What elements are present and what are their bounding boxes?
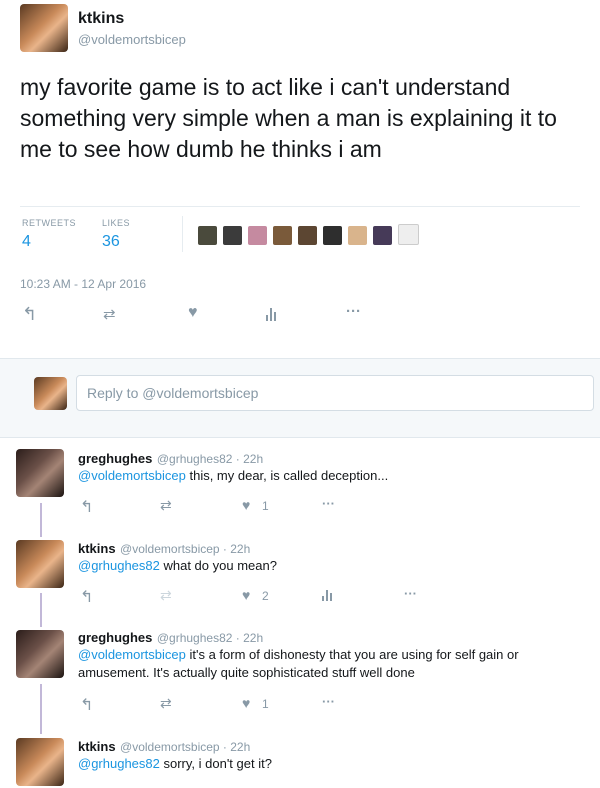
divider	[20, 206, 580, 207]
current-user-avatar	[34, 377, 67, 410]
reply-mention[interactable]: @voldemortsbicep	[78, 468, 186, 483]
reply-body: what do you mean?	[159, 558, 277, 573]
reply-mention[interactable]: @grhughes82	[78, 558, 160, 573]
reply-icon[interactable]: ↰	[80, 497, 93, 517]
retweets-count[interactable]: 4	[22, 233, 31, 251]
retweets-label: RETWEETS	[22, 218, 77, 228]
reply-author-name[interactable]: ktkins	[78, 739, 116, 754]
liker-avatar[interactable]	[273, 226, 292, 245]
liker-avatar[interactable]	[348, 226, 367, 245]
more-icon[interactable]: ···	[346, 303, 361, 320]
reply-text: @grhughes82 what do you mean?	[78, 557, 588, 575]
liker-avatar[interactable]	[248, 226, 267, 245]
thread-line	[40, 593, 42, 627]
reply-body: sorry, i don't get it?	[159, 756, 272, 771]
likes-label: LIKES	[102, 218, 131, 228]
more-icon[interactable]: ···	[404, 586, 417, 601]
retweet-icon[interactable]: ⇄	[160, 695, 172, 712]
reply-author-meta[interactable]: @voldemortsbicep · 22h	[120, 542, 250, 556]
reply-text: @voldemortsbicep it's a form of dishones…	[78, 646, 588, 682]
reply-text: @grhughes82 sorry, i don't get it?	[78, 755, 588, 773]
reply-icon[interactable]: ↰	[80, 587, 93, 607]
liker-avatar[interactable]	[373, 226, 392, 245]
author-name[interactable]: ktkins	[78, 10, 124, 28]
liker-avatar[interactable]	[198, 226, 217, 245]
thread-line	[40, 684, 42, 734]
like-count: 2	[262, 589, 269, 603]
liker-avatar[interactable]	[398, 224, 419, 245]
heart-icon[interactable]: ♥	[188, 304, 198, 322]
stats-separator	[182, 216, 183, 252]
reply-body: this, my dear, is called deception...	[185, 468, 389, 483]
heart-icon[interactable]: ♥	[242, 587, 250, 603]
more-icon[interactable]: ···	[322, 496, 335, 511]
like-count: 1	[262, 499, 269, 513]
reply-mention[interactable]: @grhughes82	[78, 756, 160, 771]
tweet-timestamp[interactable]: 10:23 AM - 12 Apr 2016	[20, 277, 146, 291]
reply-icon[interactable]: ↰	[80, 695, 93, 715]
retweet-icon[interactable]: ⇄	[103, 305, 116, 323]
reply-author-name[interactable]: ktkins	[78, 541, 116, 556]
reply-avatar[interactable]	[16, 630, 64, 678]
liker-facepile[interactable]	[198, 224, 425, 250]
reply-header: ktkins @voldemortsbicep · 22h	[78, 738, 250, 756]
reply-text: @voldemortsbicep this, my dear, is calle…	[78, 467, 588, 485]
author-handle[interactable]: @voldemortsbicep	[78, 32, 186, 47]
reply-avatar[interactable]	[16, 738, 64, 786]
retweet-icon[interactable]: ⇄	[160, 497, 172, 514]
liker-avatar[interactable]	[223, 226, 242, 245]
heart-icon[interactable]: ♥	[242, 497, 250, 513]
analytics-icon[interactable]	[322, 590, 334, 601]
thread-line	[40, 503, 42, 537]
tweet-text: my favorite game is to act like i can't …	[20, 74, 557, 162]
heart-icon[interactable]: ♥	[242, 695, 250, 711]
author-avatar[interactable]	[20, 4, 68, 52]
reply-avatar[interactable]	[16, 540, 64, 588]
reply-author-meta[interactable]: @grhughes82 · 22h	[157, 452, 263, 466]
like-count: 1	[262, 697, 269, 711]
liker-avatar[interactable]	[298, 226, 317, 245]
analytics-icon[interactable]	[266, 308, 280, 321]
reply-header: greghughes @grhughes82 · 22h	[78, 450, 263, 468]
reply-avatar[interactable]	[16, 449, 64, 497]
reply-header: greghughes @grhughes82 · 22h	[78, 629, 263, 647]
reply-icon[interactable]: ↰	[22, 304, 37, 325]
reply-mention[interactable]: @voldemortsbicep	[78, 647, 186, 662]
reply-author-name[interactable]: greghughes	[78, 630, 152, 645]
reply-author-name[interactable]: greghughes	[78, 451, 152, 466]
more-icon[interactable]: ···	[322, 694, 335, 709]
reply-author-meta[interactable]: @voldemortsbicep · 22h	[120, 740, 250, 754]
reply-input[interactable]: Reply to @voldemortsbicep	[76, 375, 594, 411]
liker-avatar[interactable]	[323, 226, 342, 245]
reply-author-meta[interactable]: @grhughes82 · 22h	[157, 631, 263, 645]
reply-header: ktkins @voldemortsbicep · 22h	[78, 540, 250, 558]
likes-count[interactable]: 36	[102, 233, 120, 251]
retweet-icon[interactable]: ⇄	[160, 587, 172, 604]
